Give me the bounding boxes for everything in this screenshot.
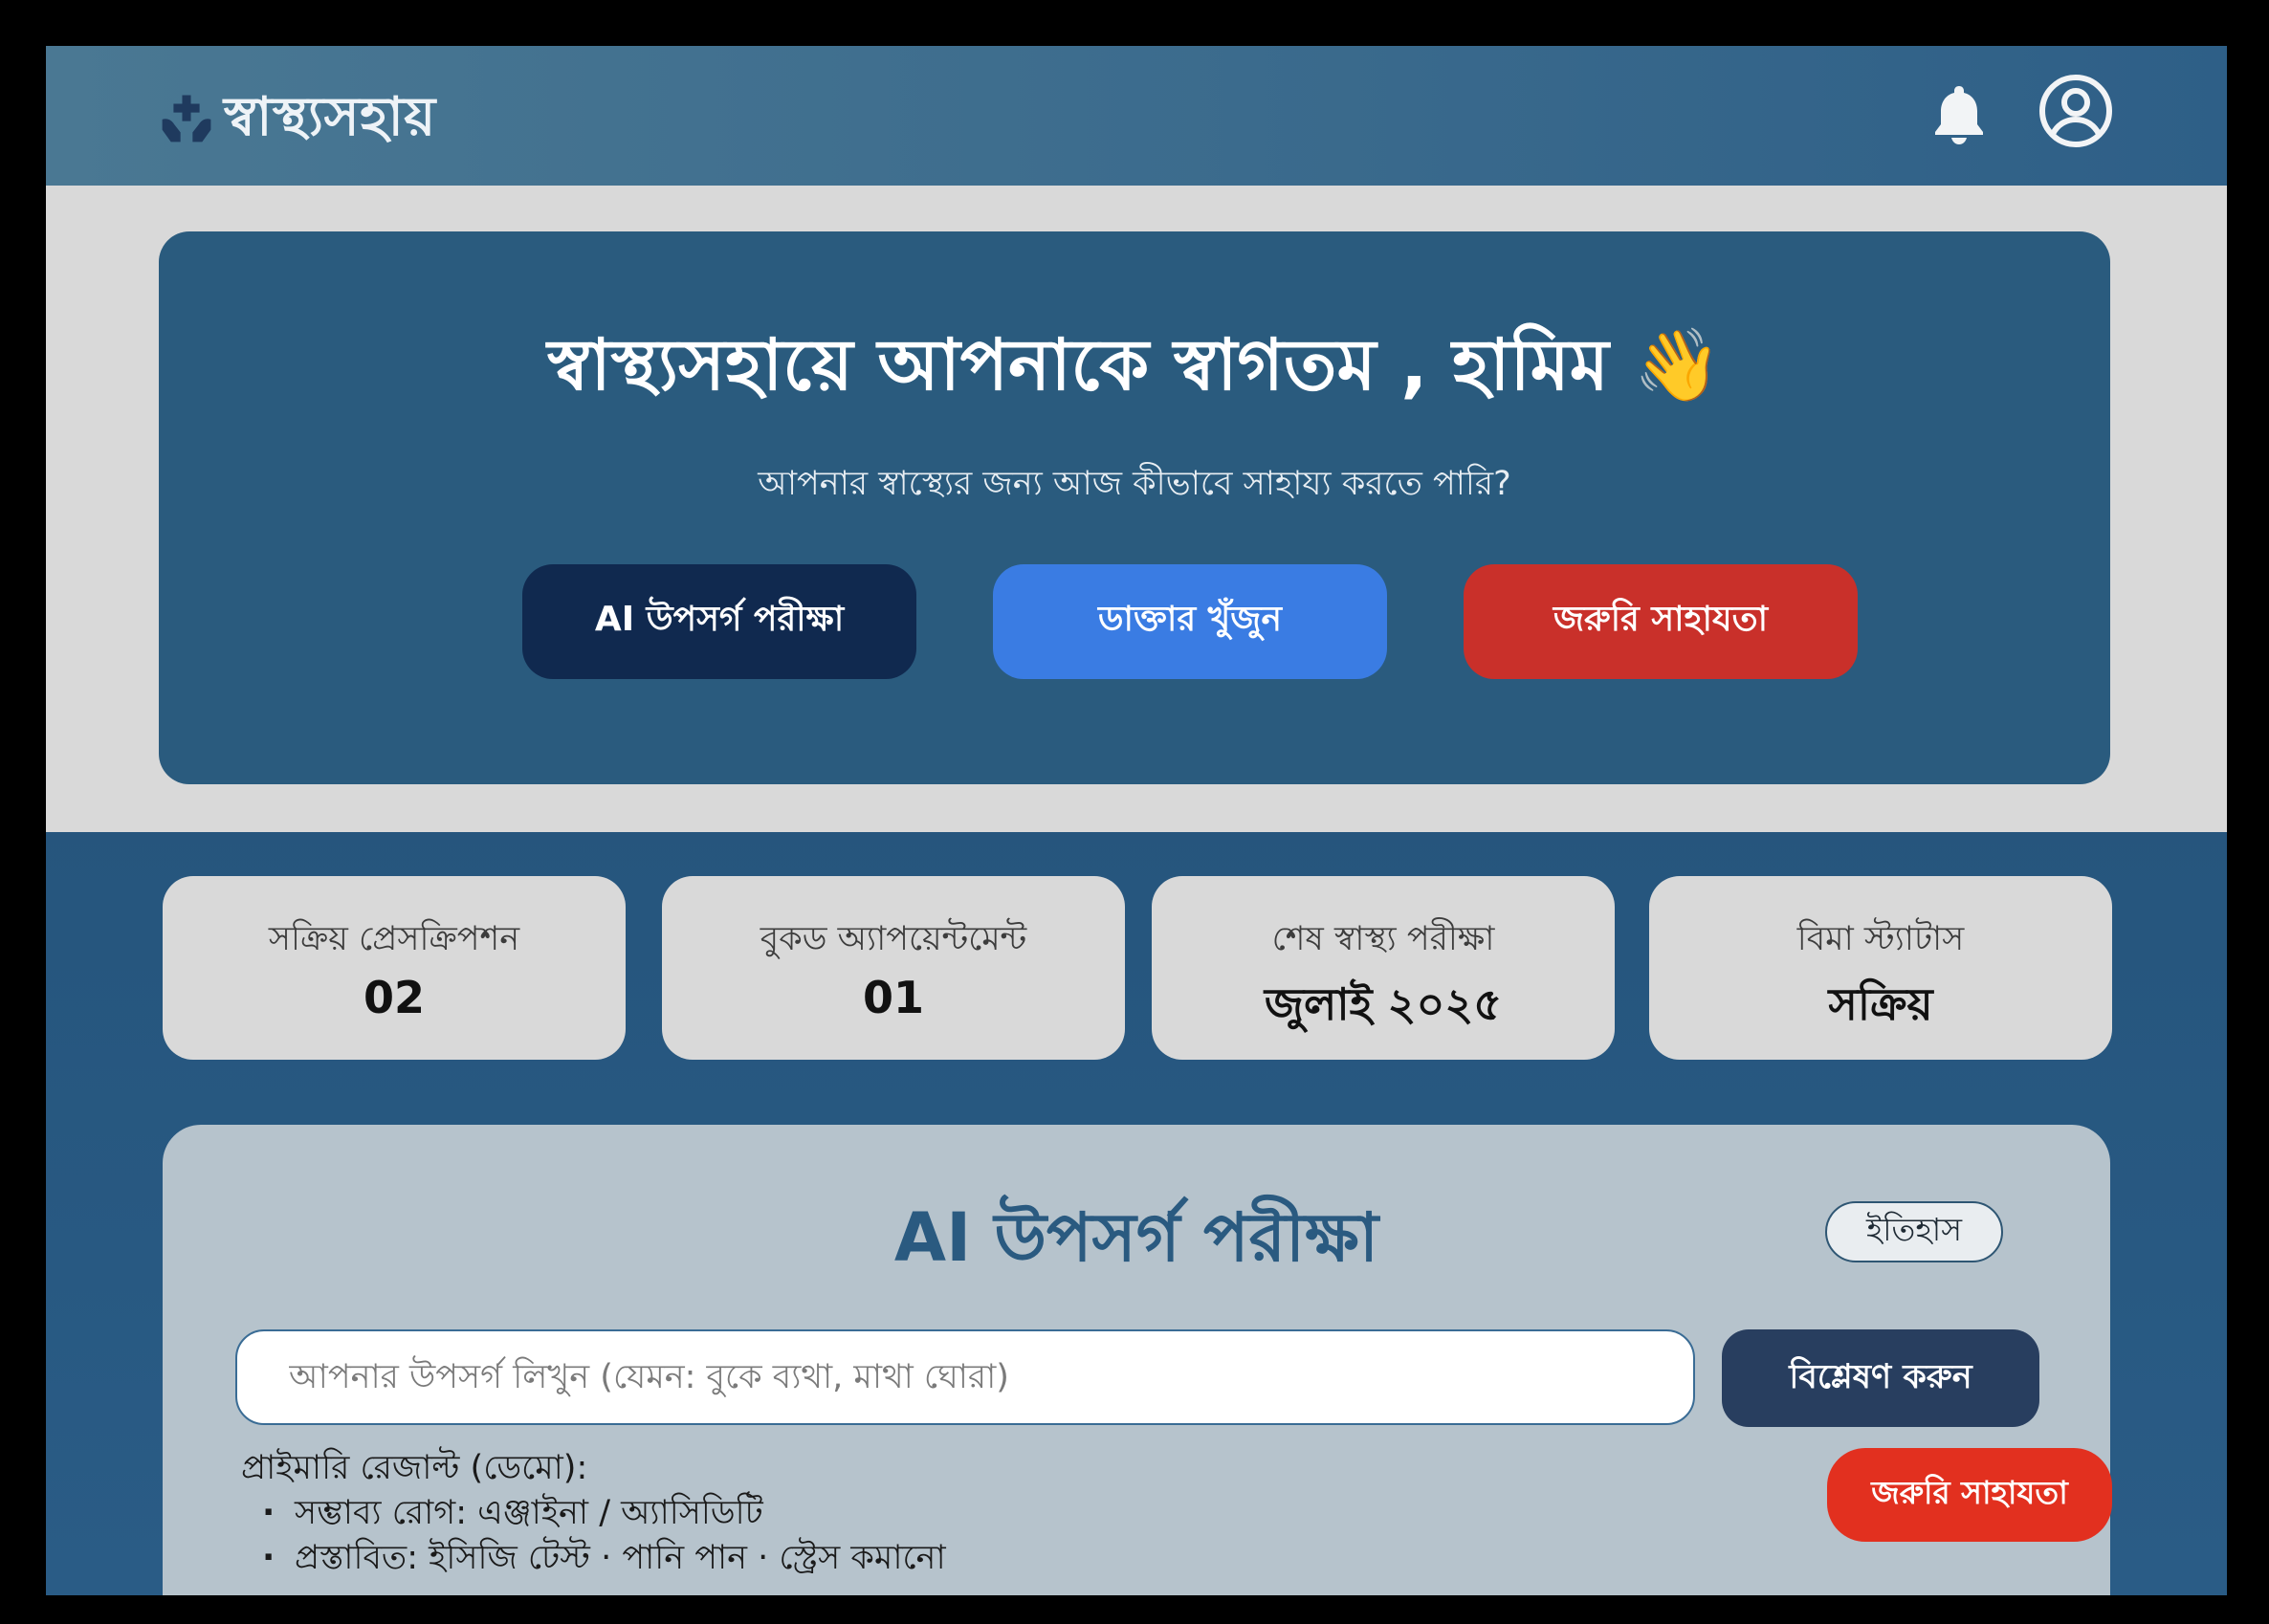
stat-value: 01: [862, 972, 924, 1023]
brand[interactable]: স্বাস্থ্যসহায়: [159, 90, 436, 145]
emergency-help-button[interactable]: জরুরি সাহাযতা: [1464, 564, 1858, 679]
ai-symptom-check-button[interactable]: AI উপসর্গ পরীক্ষা: [522, 564, 916, 679]
welcome-title: স্বাস্থ্যসহায়ে আপনাকে স্বাগতম , হামিম 👋: [547, 324, 1722, 406]
stat-value: 02: [363, 972, 425, 1023]
symptom-input[interactable]: [235, 1329, 1695, 1425]
top-navbar: স্বাস্থ্যসহায়: [46, 46, 2227, 186]
symptom-checker-title: AI উপসর্গ পরীক্ষা: [893, 1198, 1379, 1277]
stat-label: সক্রিয় প্রেসক্রিপশন: [268, 920, 520, 958]
stat-card-last-checkup[interactable]: শেষ স্বাস্থ্য পরীক্ষা জুলাই ২০২৫: [1152, 876, 1615, 1060]
welcome-card: স্বাস্থ্যসহায়ে আপনাকে স্বাগতম , হামিম 👋…: [159, 231, 2110, 784]
stat-label: বিমা স্ট্যাটাস: [1796, 920, 1965, 958]
symptom-checker-panel: AI উপসর্গ পরীক্ষা ইতিহাস বিশ্লেষণ করুন প…: [163, 1125, 2110, 1595]
bell-icon[interactable]: [1930, 82, 1988, 145]
stat-value: সক্রিয়: [1828, 978, 1933, 1030]
brand-name: স্বাস্থ্যসহায়: [224, 86, 436, 148]
analyze-button[interactable]: বিশ্লেষণ করুন: [1722, 1329, 2039, 1427]
result-list: সম্ভাব্য রোগ: এঞ্জাইনা / অ্যাসিডিটি প্রস…: [241, 1491, 1580, 1581]
stat-label: শেষ স্বাস্থ্য পরীক্ষা: [1271, 920, 1495, 958]
app-window: স্বাস্থ্যসহায় স্বাস্থ্যসহায়ে আপনাকে স্…: [46, 46, 2227, 1595]
floating-emergency-button[interactable]: জরুরি সাহাযতা: [1827, 1448, 2112, 1542]
result-item: সম্ভাব্য রোগ: এঞ্জাইনা / অ্যাসিডিটি: [262, 1491, 1580, 1536]
result-item: প্রস্তাবিত: ইসিজি টেস্ট · পানি পান · স্ট…: [262, 1536, 1580, 1581]
stat-value: জুলাই ২০২৫: [1264, 978, 1503, 1030]
user-circle-icon[interactable]: [2038, 73, 2114, 149]
health-hands-icon: [162, 95, 211, 143]
stat-card-appointments[interactable]: বুকড অ্যাপয়েন্টমেন্ট 01: [662, 876, 1125, 1060]
result-section: প্রাইমারি রেজাল্ট (ডেমো): সম্ভাব্য রোগ: …: [241, 1446, 1580, 1581]
result-heading: প্রাইমারি রেজাল্ট (ডেমো):: [241, 1449, 588, 1487]
find-doctor-button[interactable]: ডাক্তার খুঁজুন: [993, 564, 1387, 679]
stat-label: বুকড অ্যাপয়েন্টমেন্ট: [760, 920, 1027, 958]
history-button[interactable]: ইতিহাস: [1825, 1201, 2003, 1262]
stat-card-insurance[interactable]: বিমা স্ট্যাটাস সক্রিয়: [1649, 876, 2112, 1060]
welcome-subtitle: আপনার স্বাস্থ্যের জন্য আজ কীভাবে সাহায্য…: [758, 465, 1511, 503]
stat-card-prescriptions[interactable]: সক্রিয় প্রেসক্রিপশন 02: [163, 876, 626, 1060]
